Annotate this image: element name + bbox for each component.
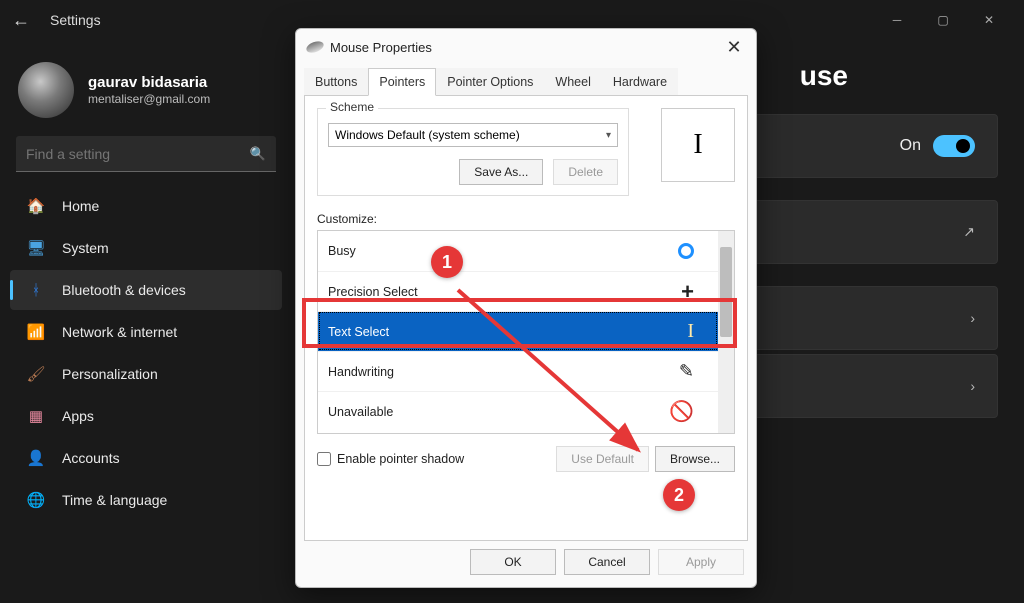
cursor-list[interactable]: Busy Precision Select + Text Select I Handwri… xyxy=(317,230,735,434)
scrollbar-thumb[interactable] xyxy=(720,247,732,337)
dialog-title: Mouse Properties xyxy=(330,40,432,55)
plus-cursor-icon: + xyxy=(681,279,694,305)
nav-label: System xyxy=(62,240,109,256)
pointer-shadow-checkbox[interactable] xyxy=(317,452,331,466)
browse-button[interactable]: Browse... xyxy=(655,446,735,472)
cancel-button[interactable]: Cancel xyxy=(564,549,650,575)
hand-cursor-icon: ✎ xyxy=(679,361,694,382)
cursor-name: Handwriting xyxy=(328,365,394,379)
nav-label: Apps xyxy=(62,408,94,424)
scheme-dropdown[interactable]: Windows Default (system scheme) ▾ xyxy=(328,123,618,147)
sidebar: gaurav bidasaria mentaliser@gmail.com 🔍 … xyxy=(0,40,292,603)
nav-label: Time & language xyxy=(62,492,167,508)
nav-label: Accounts xyxy=(62,450,120,466)
mouse-properties-dialog: Mouse Properties ✕ ButtonsPointersPointe… xyxy=(295,28,757,588)
cursor-row-text-select[interactable]: Text Select I xyxy=(318,311,718,351)
nav-label: Network & internet xyxy=(62,324,177,340)
nav-label: Personalization xyxy=(62,366,158,382)
tab-pointers[interactable]: Pointers xyxy=(368,68,436,96)
use-default-button[interactable]: Use Default xyxy=(556,446,649,472)
toggle-switch[interactable] xyxy=(933,135,975,157)
chevron-down-icon: ▾ xyxy=(606,130,611,141)
nav-label: Bluetooth & devices xyxy=(62,282,186,298)
sidebar-item-network-internet[interactable]: 📶 Network & internet xyxy=(10,312,282,352)
chevron-right-icon: › xyxy=(970,378,975,394)
sidebar-item-personalization[interactable]: 🖌 Personalization xyxy=(10,354,282,394)
dialog-footer: OK Cancel Apply xyxy=(296,549,756,587)
cursor-row-precision-select[interactable]: Precision Select + xyxy=(318,271,718,311)
cursor-name: Precision Select xyxy=(328,285,418,299)
search-input[interactable] xyxy=(26,146,250,162)
nav-icon: ▦ xyxy=(26,406,46,426)
nav-icon: 📶 xyxy=(26,322,46,342)
tab-pointer-options[interactable]: Pointer Options xyxy=(436,68,544,96)
user-block[interactable]: gaurav bidasaria mentaliser@gmail.com xyxy=(18,62,274,118)
cursor-preview: I xyxy=(661,108,735,182)
apply-button[interactable]: Apply xyxy=(658,549,744,575)
nav-icon: ᚼ xyxy=(26,280,46,300)
scheme-group: Scheme Windows Default (system scheme) ▾… xyxy=(317,108,629,196)
dialog-titlebar: Mouse Properties ✕ xyxy=(296,29,756,65)
avatar xyxy=(18,62,74,118)
cursor-name: Unavailable xyxy=(328,405,393,419)
nav-icon: 🖥 xyxy=(26,238,46,258)
back-button[interactable]: ← xyxy=(12,10,32,31)
user-email: mentaliser@gmail.com xyxy=(88,92,210,106)
busy-cursor-icon xyxy=(678,243,694,259)
search-icon: 🔍 xyxy=(250,146,266,162)
cursor-name: Busy xyxy=(328,244,356,258)
app-title: Settings xyxy=(50,12,101,28)
cursor-row-unavailable[interactable]: Unavailable 🚫 xyxy=(318,391,718,431)
close-button[interactable]: ✕ xyxy=(966,4,1012,36)
delete-button[interactable]: Delete xyxy=(553,159,618,185)
cursor-row-busy[interactable]: Busy xyxy=(318,231,718,271)
tab-hardware[interactable]: Hardware xyxy=(602,68,678,96)
nav-icon: 👤 xyxy=(26,448,46,468)
sidebar-item-bluetooth-devices[interactable]: ᚼ Bluetooth & devices xyxy=(10,270,282,310)
sidebar-item-time-language[interactable]: 🌐 Time & language xyxy=(10,480,282,520)
pointer-shadow-label: Enable pointer shadow xyxy=(337,452,464,466)
scheme-value: Windows Default (system scheme) xyxy=(335,128,520,142)
save-as-button[interactable]: Save As... xyxy=(459,159,543,185)
minimize-button[interactable]: ─ xyxy=(874,4,920,36)
nav-icon: 🌐 xyxy=(26,490,46,510)
scheme-label: Scheme xyxy=(326,100,378,114)
nav-list: 🏠 Home 🖥 System ᚼ Bluetooth & devices 📶 Network… xyxy=(4,186,288,520)
customize-label: Customize: xyxy=(317,212,735,226)
nav-label: Home xyxy=(62,198,99,214)
search-input-wrap[interactable]: 🔍 xyxy=(16,136,276,172)
no-cursor-icon: 🚫 xyxy=(669,399,694,424)
sidebar-item-accounts[interactable]: 👤 Accounts xyxy=(10,438,282,478)
mouse-icon xyxy=(305,39,325,55)
text-cursor-icon: I xyxy=(687,320,694,343)
cursor-name: Text Select xyxy=(328,325,389,339)
cursor-row-handwriting[interactable]: Handwriting ✎ xyxy=(318,351,718,391)
nav-icon: 🖌 xyxy=(26,364,46,384)
ok-button[interactable]: OK xyxy=(470,549,556,575)
sidebar-item-home[interactable]: 🏠 Home xyxy=(10,186,282,226)
tab-wheel[interactable]: Wheel xyxy=(544,68,601,96)
external-link-icon: ↗ xyxy=(963,224,975,241)
nav-icon: 🏠 xyxy=(26,196,46,216)
scrollbar[interactable] xyxy=(718,231,734,433)
dialog-body: Scheme Windows Default (system scheme) ▾… xyxy=(304,95,748,541)
dialog-close-button[interactable]: ✕ xyxy=(722,37,746,58)
maximize-button[interactable]: ▢ xyxy=(920,4,966,36)
toggle-label: On xyxy=(900,137,921,155)
tab-buttons[interactable]: Buttons xyxy=(304,68,368,96)
user-name: gaurav bidasaria xyxy=(88,74,210,91)
sidebar-item-system[interactable]: 🖥 System xyxy=(10,228,282,268)
sidebar-item-apps[interactable]: ▦ Apps xyxy=(10,396,282,436)
dialog-tabs: ButtonsPointersPointer OptionsWheelHardw… xyxy=(296,65,756,95)
chevron-right-icon: › xyxy=(970,310,975,326)
